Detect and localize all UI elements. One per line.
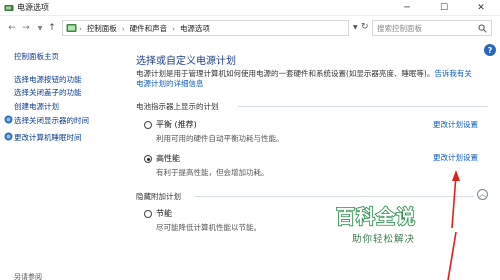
plan-high-performance-desc: 有利于提高性能，但会增加功耗。 xyxy=(156,168,269,177)
section-battery-header: 电池指示器上显示的计划 xyxy=(136,102,219,111)
control-panel-icon xyxy=(66,24,77,32)
title-bar: 电源选项 ─ ☐ ✕ xyxy=(0,0,500,16)
search-input[interactable]: 搜索控制面板 xyxy=(372,20,492,36)
collapse-chevron-icon[interactable]: ︿ xyxy=(477,189,488,200)
watermark-title: 百科全说 xyxy=(335,205,417,229)
plan-power-saver-radio[interactable] xyxy=(144,210,152,218)
forward-arrow-icon[interactable]: → xyxy=(20,21,32,35)
search-icon xyxy=(478,24,487,33)
sidebar-item-display-off[interactable]: 选择关闭显示器的时间 xyxy=(4,115,89,126)
watermark-logo: 百科全说 助你轻松解决 xyxy=(335,202,486,262)
plan-balanced-name: 平衡 (推荐) xyxy=(156,120,197,129)
breadcrumb-hardware-sound[interactable]: 硬件和声音 xyxy=(130,23,168,34)
plan-power-saver-desc: 尽可能降低计算机性能以节能。 xyxy=(156,223,261,232)
description-link-continued[interactable]: 电源计划的详细信息 xyxy=(136,79,204,88)
maximize-button[interactable]: ☐ xyxy=(425,0,463,16)
refresh-icon[interactable]: ↻ xyxy=(361,22,371,32)
back-arrow-icon[interactable]: ← xyxy=(6,21,18,35)
sidebar-home-link[interactable]: 控制面板主页 xyxy=(14,51,59,62)
sidebar-item-label: 更改计算机睡眠时间 xyxy=(14,133,82,142)
plan-balanced-settings-link[interactable]: 更改计划设置 xyxy=(433,119,478,130)
sidebar-item-sleep[interactable]: 更改计算机睡眠时间 xyxy=(4,132,82,143)
section-divider xyxy=(194,196,474,197)
plan-balanced-desc: 利用可用的硬件自动平衡功耗与性能。 xyxy=(156,134,284,143)
section-hidden-header: 隐藏附加计划 xyxy=(136,192,181,201)
breadcrumb-chevron-icon: › xyxy=(172,24,175,33)
see-also-heading: 另请参阅 xyxy=(14,273,42,280)
breadcrumb-power-options[interactable]: 电源选项 xyxy=(180,23,210,34)
power-options-icon xyxy=(4,5,14,11)
close-button[interactable]: ✕ xyxy=(462,0,500,16)
watermark-subtitle: 助你轻松解决 xyxy=(352,234,416,245)
breadcrumb-control-panel[interactable]: 控制面板 xyxy=(87,23,117,34)
window-title: 电源选项 xyxy=(17,3,49,12)
plan-high-performance-settings-link[interactable]: 更改计划设置 xyxy=(433,152,478,163)
address-bar[interactable]: › 控制面板 › 硬件和声音 › 电源选项 xyxy=(62,20,349,36)
shield-icon xyxy=(4,132,13,141)
recent-locations-icon[interactable]: ▼ xyxy=(34,21,46,35)
sidebar-item-label: 选择关闭显示器的时间 xyxy=(14,116,89,125)
address-row: ← → ▼ ↑ › 控制面板 › 硬件和声音 › 电源选项 ▼ ↻ 搜索控制面板 xyxy=(0,17,500,39)
search-placeholder: 搜索控制面板 xyxy=(377,24,422,33)
sidebar: 控制面板主页 选择电源按钮的功能 选择关闭盖子的功能 创建电源计划 选择关闭显示… xyxy=(0,40,120,280)
plan-power-saver-name: 节能 xyxy=(156,209,172,218)
shield-icon xyxy=(4,115,13,124)
sidebar-item-lid[interactable]: 选择关闭盖子的功能 xyxy=(14,87,82,98)
description-link[interactable]: 告诉我有关 xyxy=(434,69,472,78)
address-dropdown-icon[interactable]: ▼ xyxy=(353,24,361,32)
description-text: 电源计划是用于管理计算机如何使用电源的一套硬件和系统设置(如显示器亮度、睡眠等)… xyxy=(136,69,435,78)
plan-high-performance-radio[interactable] xyxy=(144,155,152,163)
page-title: 选择或自定义电源计划 xyxy=(136,56,236,67)
help-icon[interactable]: ? xyxy=(484,44,496,56)
plan-balanced-radio[interactable] xyxy=(144,121,152,129)
page-description: 电源计划是用于管理计算机如何使用电源的一套硬件和系统设置(如显示器亮度、睡眠等)… xyxy=(136,69,492,89)
sidebar-item-power-button[interactable]: 选择电源按钮的功能 xyxy=(14,74,82,85)
sidebar-item-create-plan[interactable]: 创建电源计划 xyxy=(14,101,59,112)
minimize-button[interactable]: ─ xyxy=(388,0,426,16)
plan-high-performance-name: 高性能 xyxy=(156,154,180,163)
up-arrow-icon[interactable]: ↑ xyxy=(46,21,58,35)
section-divider xyxy=(238,106,488,107)
breadcrumb-chevron-icon: › xyxy=(79,24,82,33)
breadcrumb-chevron-icon: › xyxy=(121,24,125,33)
